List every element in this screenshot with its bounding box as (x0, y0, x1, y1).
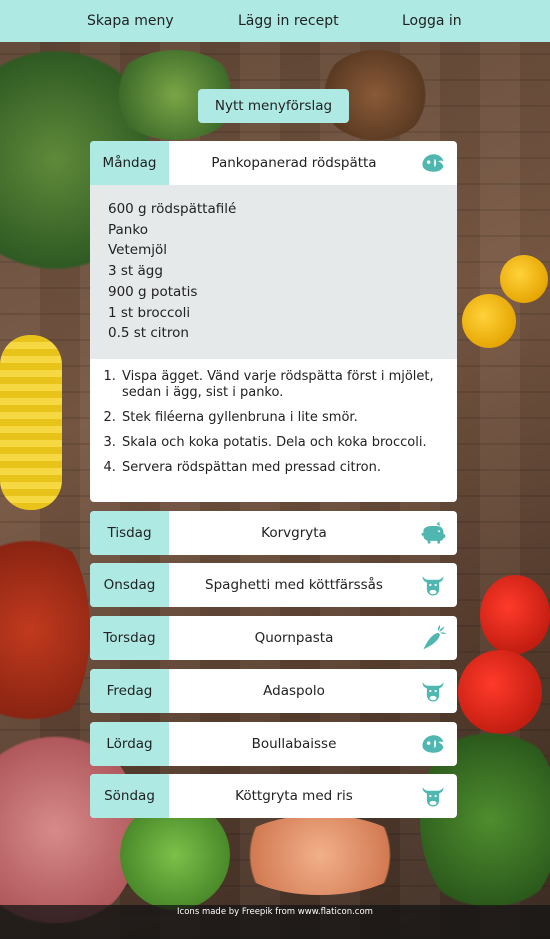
recipe-step: Servera rödspättan med pressad citron. (120, 460, 443, 476)
recipe-steps: Vispa ägget. Vänd varje rödspätta först … (90, 359, 457, 490)
day-card-wednesday: Onsdag Spaghetti med köttfärssås (90, 563, 457, 607)
ingredient: Panko (108, 221, 148, 238)
day-label: Måndag (90, 141, 169, 185)
day-header[interactable]: Fredag Adaspolo (90, 669, 457, 713)
new-menu-button[interactable]: Nytt menyförslag (198, 89, 349, 123)
day-card-saturday: Lördag Boullabaisse (90, 722, 457, 766)
fish-icon (419, 722, 457, 766)
ingredient: 1 st broccoli (108, 304, 191, 321)
day-card-tuesday: Tisdag Korvgryta (90, 511, 457, 555)
day-label: Söndag (90, 774, 169, 818)
day-card-friday: Fredag Adaspolo (90, 669, 457, 713)
day-label: Onsdag (90, 563, 169, 607)
fish-icon (419, 141, 457, 185)
day-label: Tisdag (90, 511, 169, 555)
cow-icon (419, 563, 457, 607)
dish-name: Spaghetti med köttfärssås (205, 577, 383, 593)
day-label: Lördag (90, 722, 169, 766)
recipe-step: Skala och koka potatis. Dela och koka br… (120, 435, 443, 451)
top-nav: Skapa meny Lägg in recept Logga in (0, 0, 550, 42)
ingredient: 3 st ägg (108, 263, 163, 280)
day-header[interactable]: Tisdag Korvgryta (90, 511, 457, 555)
day-card-sunday: Söndag Köttgryta med ris (90, 774, 457, 818)
day-header[interactable]: Måndag Pankopanerad rödspätta (90, 141, 457, 185)
nav-create-menu[interactable]: Skapa meny (87, 0, 174, 42)
dish-name: Adaspolo (263, 683, 325, 699)
recipe-step: Stek filéerna gyllenbruna i lite smör. (120, 410, 443, 426)
day-label: Fredag (90, 669, 169, 713)
day-label: Torsdag (90, 616, 169, 660)
day-header[interactable]: Onsdag Spaghetti med köttfärssås (90, 563, 457, 607)
day-header[interactable]: Torsdag Quornpasta (90, 616, 457, 660)
recipe-step: Vispa ägget. Vänd varje rödspätta först … (120, 369, 443, 401)
day-header[interactable]: Söndag Köttgryta med ris (90, 774, 457, 818)
nav-login[interactable]: Logga in (402, 0, 462, 42)
pig-icon (419, 511, 457, 555)
dish-name: Köttgryta med ris (235, 788, 353, 804)
ingredient: 600 g rödspättafilé (108, 201, 237, 217)
ingredient: Vetemjöl (108, 242, 168, 259)
footer-credit[interactable]: Icons made by Freepik from www.flaticon.… (0, 907, 550, 917)
day-card-thursday: Torsdag Quornpasta (90, 616, 457, 660)
dish-name: Korvgryta (261, 525, 327, 541)
cow-icon (419, 669, 457, 713)
ingredient: 900 g potatis (108, 283, 198, 300)
ingredient: 0.5 st citron (108, 325, 189, 342)
day-card-monday: Måndag Pankopanerad rödspätta 600 g röds… (90, 141, 457, 502)
dish-name: Boullabaisse (251, 736, 337, 752)
dish-name: Pankopanerad rödspätta (211, 155, 377, 171)
nav-add-recipe[interactable]: Lägg in recept (238, 0, 339, 42)
day-header[interactable]: Lördag Boullabaisse (90, 722, 457, 766)
dish-name: Quornpasta (254, 630, 334, 646)
carrot-icon (419, 616, 457, 660)
ingredients-list: 600 g rödspättafilé Panko Vetemjöl 3 st … (90, 185, 457, 359)
cow-icon (419, 774, 457, 818)
